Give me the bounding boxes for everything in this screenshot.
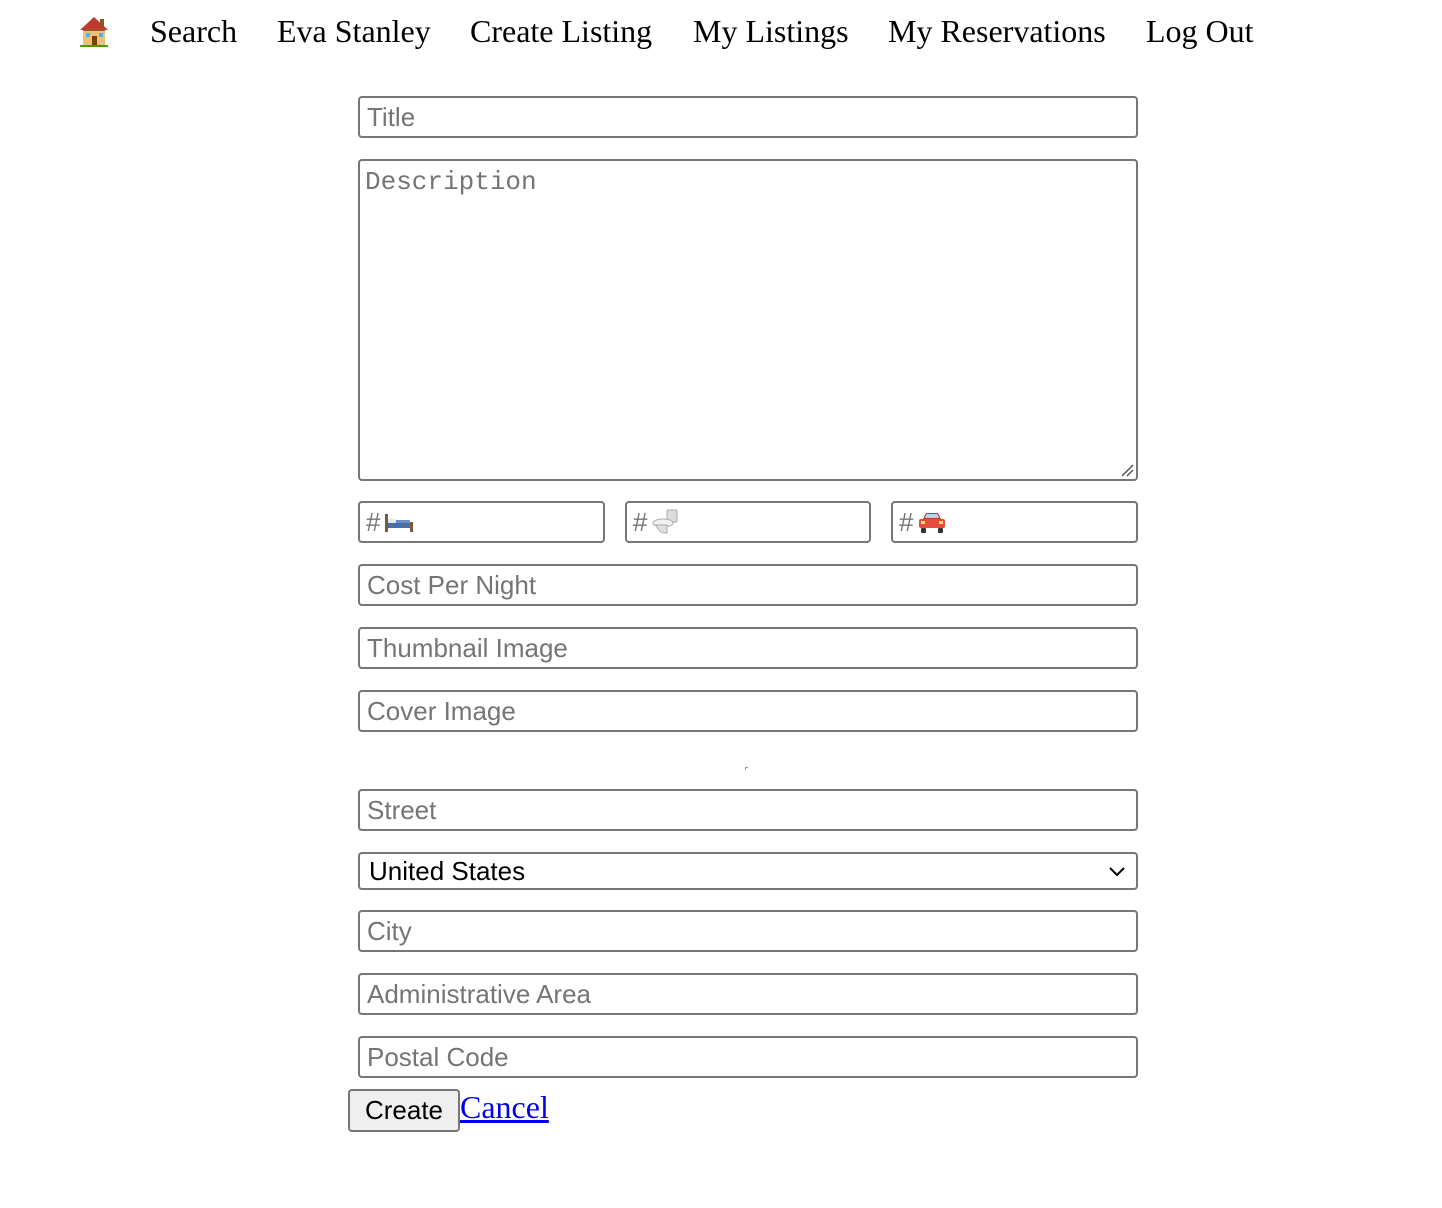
resize-grip-icon[interactable] xyxy=(1120,463,1134,477)
postal-placeholder: Postal Code xyxy=(367,1042,509,1072)
bedrooms-input[interactable]: # xyxy=(358,501,605,543)
top-nav: Search Eva Stanley Create Listing My Lis… xyxy=(0,0,1442,64)
thumbnail-image-input[interactable]: Thumbnail Image xyxy=(358,627,1138,669)
title-input[interactable]: Title xyxy=(358,96,1138,138)
nav-search-link[interactable]: Search xyxy=(150,12,237,50)
house-icon[interactable] xyxy=(78,14,110,48)
cover-image-input[interactable]: Cover Image xyxy=(358,690,1138,732)
city-placeholder: City xyxy=(367,916,412,946)
cover-placeholder: Cover Image xyxy=(367,696,516,726)
parking-input[interactable]: # xyxy=(891,501,1138,543)
admin-area-placeholder: Administrative Area xyxy=(367,979,591,1009)
create-button[interactable]: Create xyxy=(348,1089,460,1132)
city-input[interactable]: City xyxy=(358,910,1138,952)
bathrooms-input[interactable]: # xyxy=(625,501,871,543)
street-placeholder: Street xyxy=(367,795,437,825)
description-textarea[interactable]: Description xyxy=(358,159,1138,481)
toilet-icon xyxy=(651,508,679,536)
cancel-link[interactable]: Cancel xyxy=(460,1088,549,1126)
bed-icon xyxy=(384,510,414,534)
broken-image-icon xyxy=(745,758,749,770)
parking-prefix: # xyxy=(899,507,914,537)
description-placeholder: Description xyxy=(365,167,537,197)
chevron-down-icon xyxy=(1108,864,1126,878)
cost-placeholder: Cost Per Night xyxy=(367,570,537,600)
bathrooms-placeholder: # xyxy=(633,503,679,541)
administrative-area-input[interactable]: Administrative Area xyxy=(358,973,1138,1015)
nav-my-listings-link[interactable]: My Listings xyxy=(693,12,849,50)
nav-create-listing-link[interactable]: Create Listing xyxy=(470,12,652,50)
nav-user-link[interactable]: Eva Stanley xyxy=(277,12,431,50)
thumbnail-placeholder: Thumbnail Image xyxy=(367,633,568,663)
nav-logout-link[interactable]: Log Out xyxy=(1146,12,1254,50)
bathrooms-prefix: # xyxy=(633,507,648,537)
bedrooms-placeholder: # xyxy=(366,503,414,541)
parking-placeholder: # xyxy=(899,503,947,541)
street-input[interactable]: Street xyxy=(358,789,1138,831)
nav-my-reservations-link[interactable]: My Reservations xyxy=(888,12,1106,50)
country-select[interactable]: United States xyxy=(358,852,1138,890)
country-selected-value: United States xyxy=(369,856,526,886)
postal-code-input[interactable]: Postal Code xyxy=(358,1036,1138,1078)
car-icon xyxy=(917,509,947,535)
bedrooms-prefix: # xyxy=(366,507,381,537)
title-placeholder: Title xyxy=(367,102,416,132)
cost-per-night-input[interactable]: Cost Per Night xyxy=(358,564,1138,606)
